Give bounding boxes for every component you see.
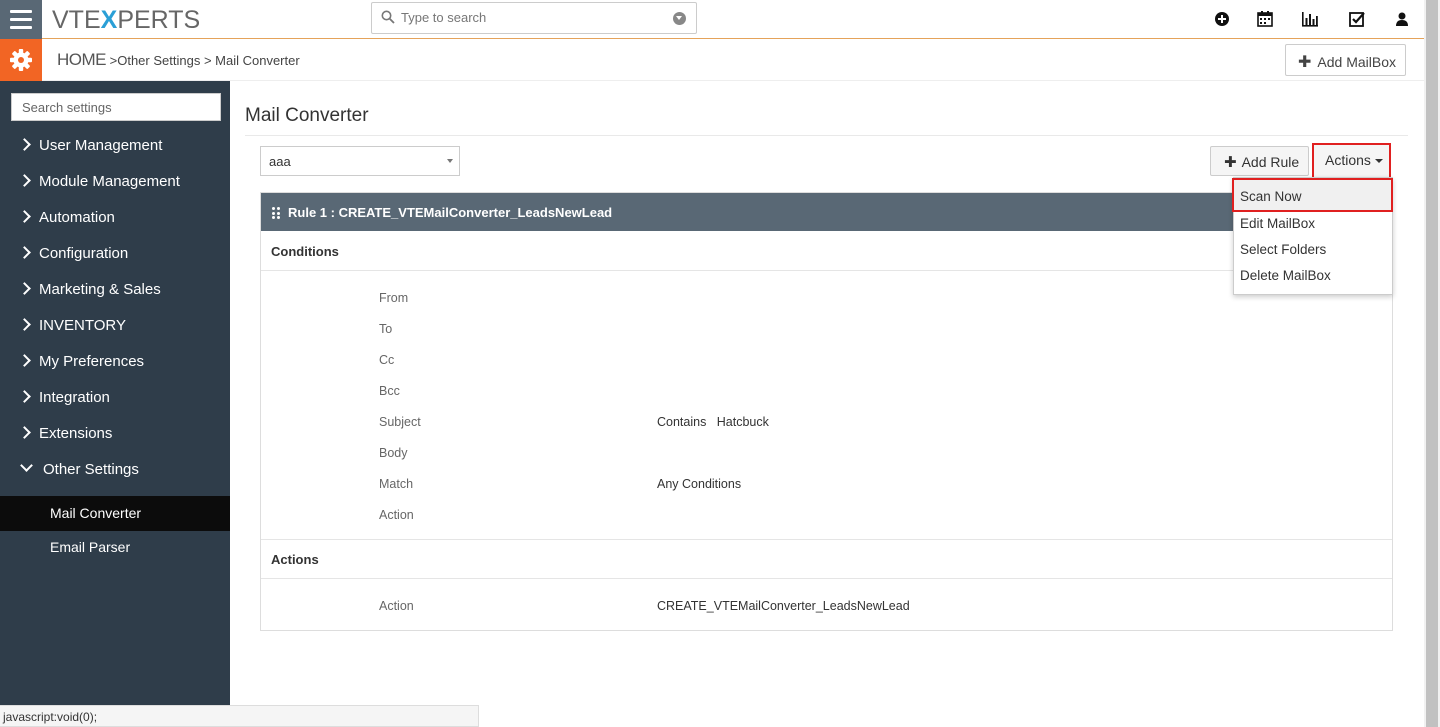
global-search[interactable] [371, 2, 697, 34]
breadcrumb-bar: HOME >Other Settings > Mail Converter ✚ A… [0, 39, 1424, 81]
checkbox-icon[interactable] [1348, 10, 1366, 28]
chevron-right-icon [18, 390, 31, 403]
rule-header[interactable]: Rule 1 : CREATE_VTEMailConverter_LeadsNe… [261, 193, 1392, 231]
sidebar-item-integration[interactable]: Integration [0, 381, 230, 417]
caret-down-icon [1374, 159, 1383, 164]
app-logo[interactable]: VTEXPERTS [52, 6, 200, 35]
sidebar-subitem-email-parser[interactable]: Email Parser [0, 530, 230, 565]
menu-item-edit-mailbox[interactable]: Edit MailBox [1234, 211, 1392, 237]
condition-label: Subject [379, 415, 421, 429]
condition-label: Bcc [379, 384, 400, 398]
sidebar-item-module-management[interactable]: Module Management [0, 165, 230, 201]
add-rule-button[interactable]: ✚ Add Rule [1210, 146, 1309, 176]
actions-button[interactable]: Actions [1312, 143, 1391, 179]
action-value: CREATE_VTEMailConverter_LeadsNewLead [657, 599, 910, 613]
sidebar-item-my-preferences[interactable]: My Preferences [0, 345, 230, 381]
condition-label: Action [379, 508, 414, 522]
condition-label: Body [379, 446, 408, 460]
chevron-right-icon [18, 426, 31, 439]
chevron-down-icon [447, 159, 453, 163]
browser-status-bar: javascript:void(0); [0, 705, 479, 727]
search-dropdown-icon[interactable] [673, 12, 686, 25]
chevron-down-icon [20, 459, 33, 472]
rule-title: Rule 1 : CREATE_VTEMailConverter_LeadsNe… [288, 205, 613, 220]
actions-heading: Actions [271, 552, 319, 567]
action-label: Action [379, 599, 414, 613]
breadcrumb-other-settings[interactable]: Other Settings [117, 53, 200, 68]
breadcrumb-separator: > [200, 53, 216, 68]
sidebar-subitem-mail-converter[interactable]: Mail Converter [0, 496, 230, 531]
add-mailbox-button[interactable]: ✚ Add MailBox [1285, 44, 1406, 76]
condition-value: Any Conditions [657, 477, 742, 491]
menu-icon[interactable] [0, 0, 42, 39]
divider [261, 539, 1392, 540]
page-scrollbar[interactable] [1424, 0, 1440, 727]
breadcrumb-home[interactable]: HOME [57, 50, 107, 69]
chevron-right-icon [18, 138, 31, 151]
breadcrumb: HOME >Other Settings > Mail Converter [57, 50, 300, 70]
menu-item-scan-now[interactable]: Scan Now [1232, 178, 1393, 212]
chevron-right-icon [18, 246, 31, 259]
sidebar-item-marketing-sales[interactable]: Marketing & Sales [0, 273, 230, 309]
condition-label: Match [379, 477, 414, 491]
chevron-right-icon [18, 282, 31, 295]
sidebar-item-user-management[interactable]: User Management [0, 129, 230, 165]
settings-sidebar: User Management Module Management Automa… [0, 81, 230, 727]
mailbox-select[interactable]: aaa [260, 146, 460, 176]
actions-dropdown-menu: Scan Now Edit MailBox Select Folders Del… [1232, 177, 1393, 295]
divider [261, 270, 1392, 271]
conditions-heading: Conditions [271, 244, 339, 259]
chevron-right-icon [18, 174, 31, 187]
settings-gear-button[interactable] [0, 39, 42, 81]
rule-panel: Rule 1 : CREATE_VTEMailConverter_LeadsNe… [260, 192, 1393, 631]
breadcrumb-separator: > [106, 53, 118, 68]
condition-value: Contains Hatcbuck [657, 415, 769, 429]
divider [261, 578, 1392, 579]
page-title: Mail Converter [245, 105, 369, 126]
calendar-icon[interactable] [1256, 10, 1274, 28]
gear-icon [10, 49, 32, 71]
settings-search-input[interactable] [11, 93, 221, 121]
chevron-right-icon [18, 210, 31, 223]
scrollbar-thumb[interactable] [1426, 0, 1438, 727]
bar-chart-icon[interactable] [1301, 10, 1319, 28]
breadcrumb-mail-converter: Mail Converter [215, 53, 300, 68]
sidebar-item-configuration[interactable]: Configuration [0, 237, 230, 273]
divider [245, 135, 1408, 136]
plus-icon: ✚ [1298, 54, 1312, 71]
chevron-right-icon [18, 318, 31, 331]
top-navbar: VTEXPERTS [0, 0, 1424, 39]
main-content: Mail Converter aaa ✚ Add Rule Actions Rul… [230, 81, 1424, 727]
sidebar-item-inventory[interactable]: INVENTORY [0, 309, 230, 345]
condition-label: To [379, 322, 393, 336]
condition-label: From [379, 291, 409, 305]
condition-label: Cc [379, 353, 395, 367]
user-icon[interactable] [1393, 10, 1411, 28]
chevron-right-icon [18, 354, 31, 367]
search-icon [381, 10, 395, 24]
plus-circle-icon[interactable] [1213, 10, 1231, 28]
drag-handle-icon[interactable] [272, 207, 280, 219]
search-input[interactable] [401, 10, 661, 25]
plus-icon: ✚ [1224, 154, 1237, 171]
sidebar-item-extensions[interactable]: Extensions [0, 417, 230, 453]
sidebar-item-automation[interactable]: Automation [0, 201, 230, 237]
sidebar-item-other-settings[interactable]: Other Settings [0, 453, 230, 489]
menu-item-delete-mailbox[interactable]: Delete MailBox [1234, 263, 1392, 289]
menu-item-select-folders[interactable]: Select Folders [1234, 237, 1392, 263]
